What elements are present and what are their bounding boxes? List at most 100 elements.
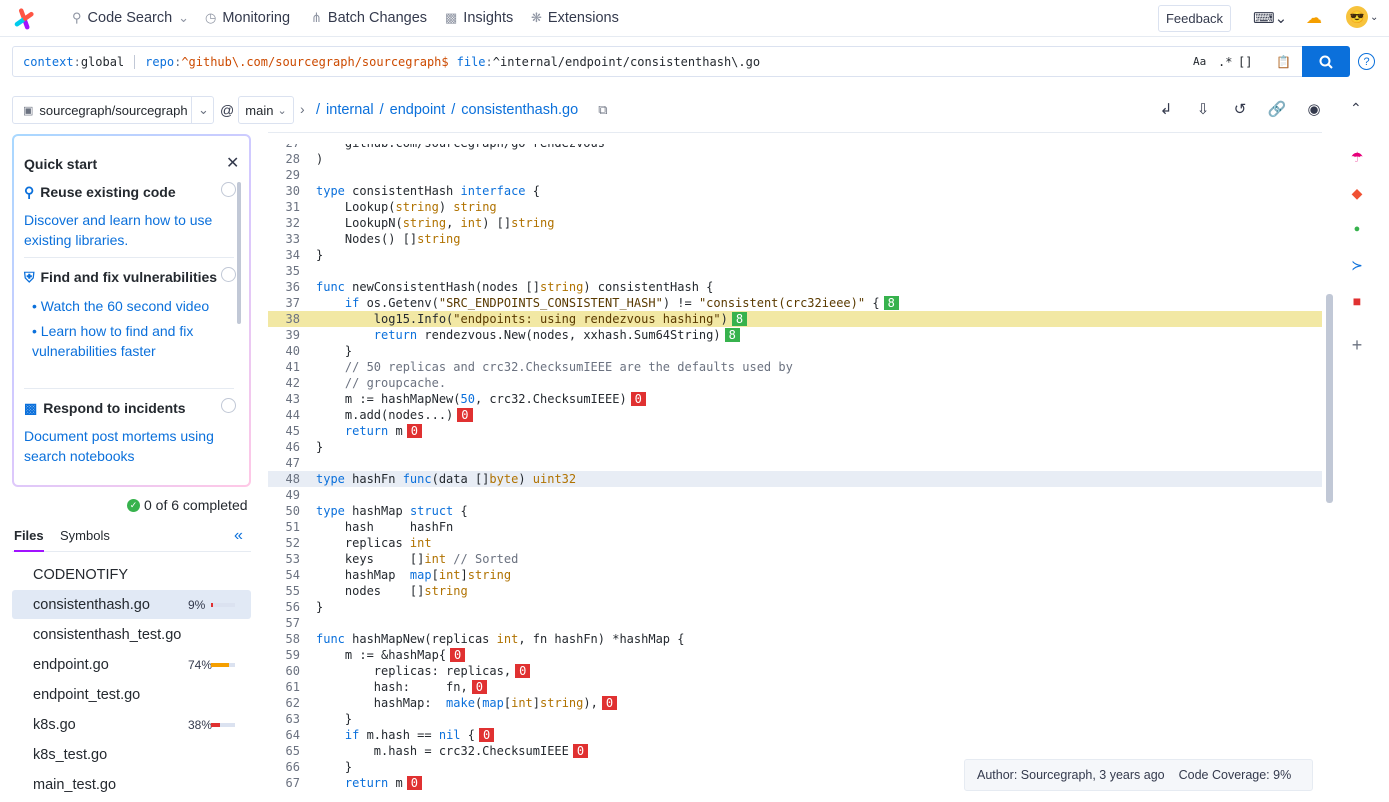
- code-line[interactable]: 65 m.hash = crc32.ChecksumIEEE 0: [268, 743, 1322, 759]
- tab-files[interactable]: Files: [14, 528, 44, 552]
- code-line[interactable]: 37 if os.Getenv("SRC_ENDPOINTS_CONSISTEN…: [268, 295, 1322, 311]
- line-number[interactable]: 36: [268, 279, 300, 295]
- code-line[interactable]: 53 keys []int // Sorted: [268, 551, 1322, 567]
- code-line[interactable]: 43 m := hashMapNew(50, crc32.ChecksumIEE…: [268, 391, 1322, 407]
- copy-path-icon[interactable]: ⧉: [598, 102, 607, 118]
- branch-selector[interactable]: main ⌄: [238, 96, 294, 124]
- line-number[interactable]: 64: [268, 727, 300, 743]
- line-number[interactable]: 51: [268, 519, 300, 535]
- code-line[interactable]: 41 // 50 replicas and crc32.ChecksumIEEE…: [268, 359, 1322, 375]
- history-icon[interactable]: ↺: [1231, 100, 1249, 118]
- code-line[interactable]: 32 LookupN(string, int) []string: [268, 215, 1322, 231]
- search-input[interactable]: context: global repo: ^github\.com/sourceg…: [12, 46, 1303, 77]
- file-item[interactable]: endpoint_test.go: [12, 680, 251, 709]
- line-number[interactable]: 48: [268, 471, 300, 487]
- github-icon[interactable]: ◉: [1305, 100, 1323, 118]
- code-line[interactable]: 35: [268, 263, 1322, 279]
- line-number[interactable]: 49: [268, 487, 300, 503]
- code-line[interactable]: 61 hash: fn, 0: [268, 679, 1322, 695]
- line-number[interactable]: 55: [268, 583, 300, 599]
- case-sensitivity-toggle[interactable]: Aa: [1193, 55, 1206, 68]
- line-number[interactable]: 40: [268, 343, 300, 359]
- code-line[interactable]: 38 log15.Info("endpoints: using rendezvo…: [268, 311, 1322, 327]
- sourcegraph-logo-icon[interactable]: [12, 7, 36, 31]
- code-line[interactable]: 31 Lookup(string) string: [268, 199, 1322, 215]
- line-number[interactable]: 58: [268, 631, 300, 647]
- permalink-icon[interactable]: 🔗: [1268, 100, 1287, 118]
- line-number[interactable]: 42: [268, 375, 300, 391]
- code-line[interactable]: 55 nodes []string: [268, 583, 1322, 599]
- cloud-status-icon[interactable]: ☁: [1306, 8, 1322, 28]
- structural-search-toggle[interactable]: []: [1238, 55, 1252, 69]
- line-number[interactable]: 28: [268, 151, 300, 167]
- code-line[interactable]: 60 replicas: replicas, 0: [268, 663, 1322, 679]
- line-number[interactable]: 67: [268, 775, 300, 791]
- line-number[interactable]: 38: [268, 311, 300, 327]
- code-line[interactable]: 45 return m0: [268, 423, 1322, 439]
- file-item[interactable]: main_test.go: [12, 770, 251, 799]
- completion-radio[interactable]: [221, 182, 236, 197]
- code-line[interactable]: 49: [268, 487, 1322, 503]
- nav-batch-changes[interactable]: ⋔ Batch Changes: [311, 0, 427, 36]
- code-line[interactable]: 57: [268, 615, 1322, 631]
- code-line[interactable]: 40 }: [268, 343, 1322, 359]
- line-number[interactable]: 39: [268, 327, 300, 343]
- code-line[interactable]: 42 // groupcache.: [268, 375, 1322, 391]
- close-icon[interactable]: ✕: [226, 153, 239, 173]
- code-line[interactable]: 34}: [268, 247, 1322, 263]
- line-number[interactable]: 65: [268, 743, 300, 759]
- file-item[interactable]: k8s.go 38%: [12, 710, 251, 739]
- tab-symbols[interactable]: Symbols: [60, 528, 110, 543]
- line-number[interactable]: 60: [268, 663, 300, 679]
- line-number[interactable]: 61: [268, 679, 300, 695]
- code-line[interactable]: 36 func newConsistentHash(nodes []string)…: [268, 279, 1322, 295]
- completion-radio[interactable]: [221, 398, 236, 413]
- line-number[interactable]: 37: [268, 295, 300, 311]
- code-line[interactable]: 33 Nodes() []string: [268, 231, 1322, 247]
- line-number[interactable]: 50: [268, 503, 300, 519]
- line-number[interactable]: 52: [268, 535, 300, 551]
- nav-monitoring[interactable]: ◷ Monitoring: [205, 0, 290, 36]
- line-number[interactable]: 35: [268, 263, 300, 279]
- line-number[interactable]: 63: [268, 711, 300, 727]
- code-line[interactable]: 29: [268, 167, 1322, 183]
- code-line[interactable]: 63 }: [268, 711, 1322, 727]
- raw-file-icon[interactable]: ⇩: [1194, 100, 1212, 118]
- completion-radio[interactable]: [221, 267, 236, 282]
- quick-start-link[interactable]: Document post mortems using search noteb…: [24, 426, 234, 466]
- line-number[interactable]: 59: [268, 647, 300, 663]
- code-line[interactable]: 48 type hashFn func(data []byte) uint32: [268, 471, 1322, 487]
- code-line[interactable]: 30 type consistentHash interface {: [268, 183, 1322, 199]
- line-number[interactable]: 66: [268, 759, 300, 775]
- line-number[interactable]: 56: [268, 599, 300, 615]
- line-number[interactable]: 30: [268, 183, 300, 199]
- code-line[interactable]: 39 return rendezvous.New(nodes, xxhash.S…: [268, 327, 1322, 343]
- code-line[interactable]: 46}: [268, 439, 1322, 455]
- line-number[interactable]: 43: [268, 391, 300, 407]
- path-segment[interactable]: consistenthash.go: [461, 102, 578, 118]
- regex-toggle[interactable]: .*: [1218, 55, 1232, 69]
- add-icon[interactable]: +: [1348, 335, 1366, 355]
- file-item[interactable]: endpoint.go 74%: [12, 650, 251, 679]
- sentry-icon[interactable]: ●: [1348, 220, 1366, 238]
- line-number[interactable]: 27: [268, 144, 300, 151]
- help-icon[interactable]: ?: [1358, 53, 1375, 70]
- code-line[interactable]: 54 hashMap map[int]string: [268, 567, 1322, 583]
- path-segment[interactable]: internal: [326, 102, 374, 118]
- code-line[interactable]: 50 type hashMap struct {: [268, 503, 1322, 519]
- code-line[interactable]: 47: [268, 455, 1322, 471]
- line-number[interactable]: 45: [268, 423, 300, 439]
- file-item[interactable]: k8s_test.go: [12, 740, 251, 769]
- code-line[interactable]: 27 github.com/sourcegraph/go-rendezvous: [268, 144, 1322, 151]
- git-icon[interactable]: ◆: [1348, 184, 1366, 202]
- scrollbar[interactable]: [1326, 294, 1333, 503]
- line-number[interactable]: 31: [268, 199, 300, 215]
- code-line[interactable]: 52 replicas int: [268, 535, 1322, 551]
- code-line[interactable]: 56}: [268, 599, 1322, 615]
- file-item[interactable]: CODENOTIFY: [12, 560, 251, 589]
- wrap-lines-icon[interactable]: ↲: [1157, 100, 1175, 118]
- scrollbar[interactable]: [237, 182, 241, 324]
- line-number[interactable]: 41: [268, 359, 300, 375]
- line-number[interactable]: 62: [268, 695, 300, 711]
- file-item[interactable]: consistenthash.go 9%: [12, 590, 251, 619]
